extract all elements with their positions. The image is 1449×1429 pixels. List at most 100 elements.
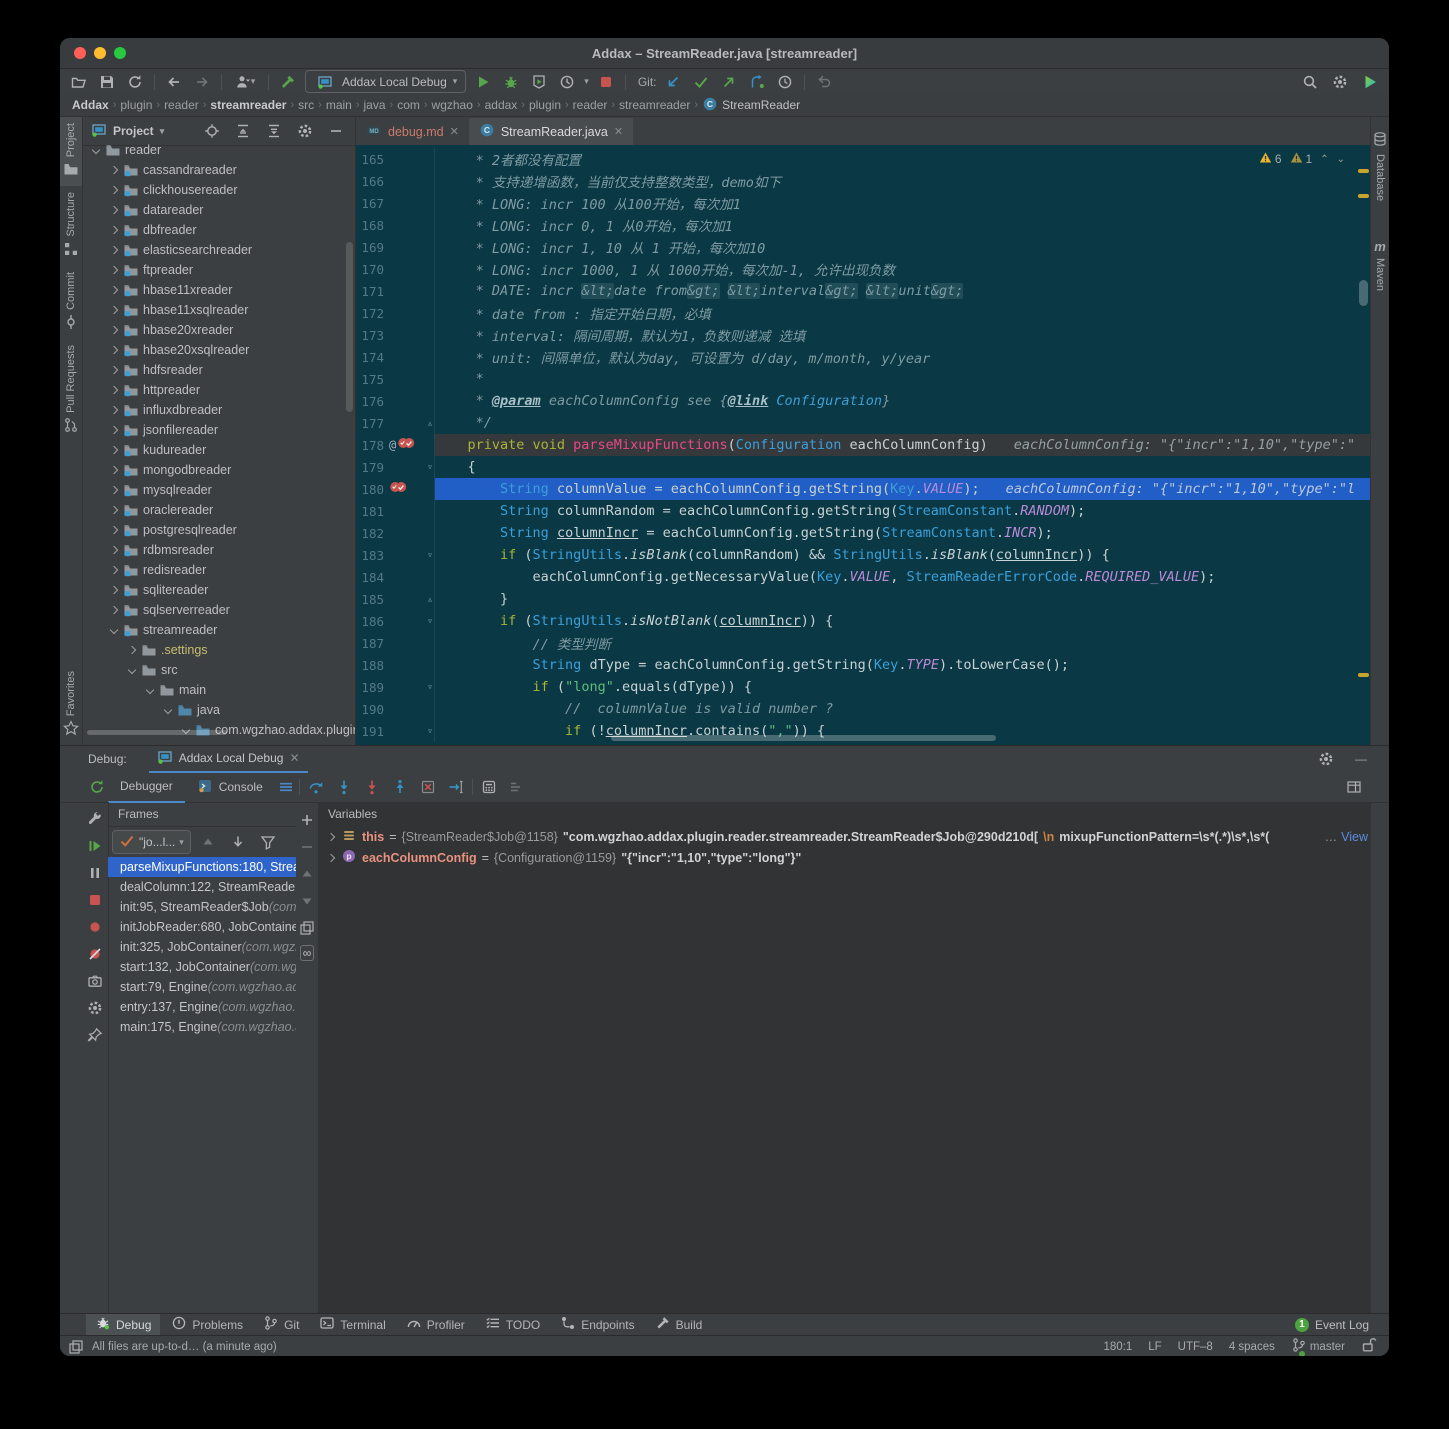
stack-frame-row[interactable]: start:132, JobContainer (com.wgzhao.adda… [108,957,296,977]
code-line[interactable]: 177▵ */ [356,412,1371,434]
git-commit-icon[interactable] [690,72,712,92]
tri-up-dim-icon[interactable] [197,832,219,852]
chevron-right-icon[interactable] [109,545,119,555]
tree-item[interactable]: oraclereader [83,500,355,520]
editor-tab-debug-md[interactable]: MDdebug.md✕ [356,118,469,145]
breakpoint-verified-icon[interactable] [397,436,416,454]
chevron-right-icon[interactable] [109,185,119,195]
breadcrumb-item[interactable]: addax [485,98,518,112]
tree-item[interactable]: src [83,660,355,680]
event-log-button[interactable]: 1Event Log [1295,1318,1369,1332]
user-icon[interactable]: ▾ [230,72,260,92]
stack-icon[interactable] [68,1337,84,1357]
toolwindow-button-endpoints[interactable]: Endpoints [551,1314,643,1335]
stack-frame-row[interactable]: initJobReader:680, JobContainer (com.wgz… [108,917,296,937]
chevron-right-icon[interactable] [328,854,336,862]
chevron-right-icon[interactable] [109,285,119,295]
tree-item[interactable]: clickhousereader [83,180,355,200]
force-step-into-icon[interactable] [361,777,383,797]
step-out-icon[interactable] [389,777,411,797]
forward-icon[interactable] [191,72,213,92]
thread-selector[interactable]: "jo...l... ▾ [112,830,191,854]
tree-item[interactable]: cassandrareader [83,160,355,180]
sidebar-item-project[interactable]: Project [60,117,82,186]
tree-item[interactable]: influxdbreader [83,400,355,420]
lock-open-icon[interactable] [1361,1337,1377,1356]
tree-item[interactable]: dbfreader [83,220,355,240]
tree-item[interactable]: .settings [83,640,355,660]
close-icon[interactable]: ✕ [289,751,299,765]
tree-item[interactable]: kudureader [83,440,355,460]
chevron-right-icon[interactable] [109,365,119,375]
chevron-right-icon[interactable] [109,385,119,395]
stack-frame-row[interactable]: entry:137, Engine (com.wgzhao.addax.core… [108,997,296,1017]
code-line[interactable]: 180 String columnValue = eachColumnConfi… [356,478,1371,500]
chevron-right-icon[interactable] [109,585,119,595]
code-line[interactable]: 188 String dType = eachColumnConfig.getS… [356,654,1371,676]
variable-row[interactable]: peachColumnConfig = {Configuration@1159}… [318,847,1371,868]
close-window-button[interactable] [74,47,86,59]
chevron-right-icon[interactable] [109,245,119,255]
profiler-icon[interactable] [556,72,578,92]
chevron-down-icon[interactable] [91,145,101,155]
sidebar-item-database[interactable]: Database [1372,125,1388,207]
locate-icon[interactable] [201,121,223,141]
chevron-right-icon[interactable] [109,305,119,315]
chevron-right-icon[interactable] [109,345,119,355]
chevron-down-icon[interactable] [109,625,119,635]
editor-horizontal-scrollbar[interactable] [611,735,996,741]
status-item[interactable]: 4 spaces [1229,1341,1275,1353]
pause-icon[interactable] [84,864,106,882]
search-icon[interactable] [1299,72,1321,92]
tree-item[interactable]: java [83,700,355,720]
chevron-right-icon[interactable] [109,325,119,335]
breakpoint-verified-icon[interactable] [389,480,408,498]
code-line[interactable]: 171 * DATE: incr &lt;date from&gt; &lt;i… [356,280,1371,302]
code-line[interactable]: 176 * @param eachColumnConfig see {@link… [356,390,1371,412]
ide-logo-icon[interactable] [1359,72,1381,92]
chevron-right-icon[interactable] [328,833,336,841]
code-line[interactable]: 181 String columnRandom = eachColumnConf… [356,500,1371,522]
sidebar-item-favorites[interactable]: Favorites [63,665,79,745]
plus-icon[interactable] [296,810,318,830]
minimize-icon[interactable] [325,121,347,141]
step-into-icon[interactable] [333,777,355,797]
warning-count[interactable]: 6 [1259,151,1282,167]
sidebar-item-structure[interactable]: Structure [63,186,79,266]
arrow-down-icon[interactable] [227,832,249,852]
tree-item[interactable]: jsonfilereader [83,420,355,440]
minimize-window-button[interactable] [94,47,106,59]
stack-frame-row[interactable]: main:175, Engine (com.wgzhao.addax.core) [108,1017,296,1037]
warning-stripe-mark[interactable] [1358,194,1369,198]
hide-tool-window-icon[interactable]: — [1355,752,1367,766]
tree-item[interactable]: postgresqlreader [83,520,355,540]
stack-frame-row[interactable]: parseMixupFunctions:180, StreamReader$Jo… [108,857,296,877]
gear-icon[interactable] [294,121,316,141]
wrench-icon[interactable] [84,810,106,828]
tree-item[interactable]: ftpreader [83,260,355,280]
warning-count[interactable]: 1 [1290,151,1313,167]
code-line[interactable]: 166 * 支持递增函数，当前仅支持整数类型，demo如下 [356,170,1371,192]
code-line[interactable]: 168 * LONG: incr 0, 1 从0开始，每次加1 [356,214,1371,236]
toolwindow-button-terminal[interactable]: Terminal [310,1314,394,1335]
code-line[interactable]: 185▵ } [356,588,1371,610]
breadcrumb-item[interactable]: CStreamReader [702,96,800,115]
breadcrumb-item[interactable]: Addax [72,98,109,112]
gear-icon[interactable] [84,999,106,1017]
pin-icon[interactable] [84,1026,106,1044]
restore-layout-icon[interactable] [1343,777,1365,797]
tree-item[interactable]: httpreader [83,380,355,400]
back-icon[interactable] [163,72,185,92]
code-line[interactable]: 170 * LONG: incr 1000, 1 从 1000开始，每次加-1,… [356,258,1371,280]
code-line[interactable]: 184 eachColumnConfig.getNecessaryValue(K… [356,566,1371,588]
status-item[interactable]: 180:1 [1103,1341,1132,1353]
code-line[interactable]: 189▿ if ("long".equals(dType)) { [356,676,1371,698]
camera-icon[interactable] [84,972,106,990]
tri-up-dim-icon[interactable] [296,864,318,884]
stack-frame-row[interactable]: dealColumn:122, StreamReader$Job (com.wg… [108,877,296,897]
layout-rows-icon[interactable] [506,777,528,797]
tree-item[interactable]: mysqlreader [83,480,355,500]
warning-stripe-mark[interactable] [1358,169,1369,173]
debug-session-tab[interactable]: Addax Local Debug ✕ [149,745,308,773]
toolwindow-button-profiler[interactable]: Profiler [397,1314,474,1335]
